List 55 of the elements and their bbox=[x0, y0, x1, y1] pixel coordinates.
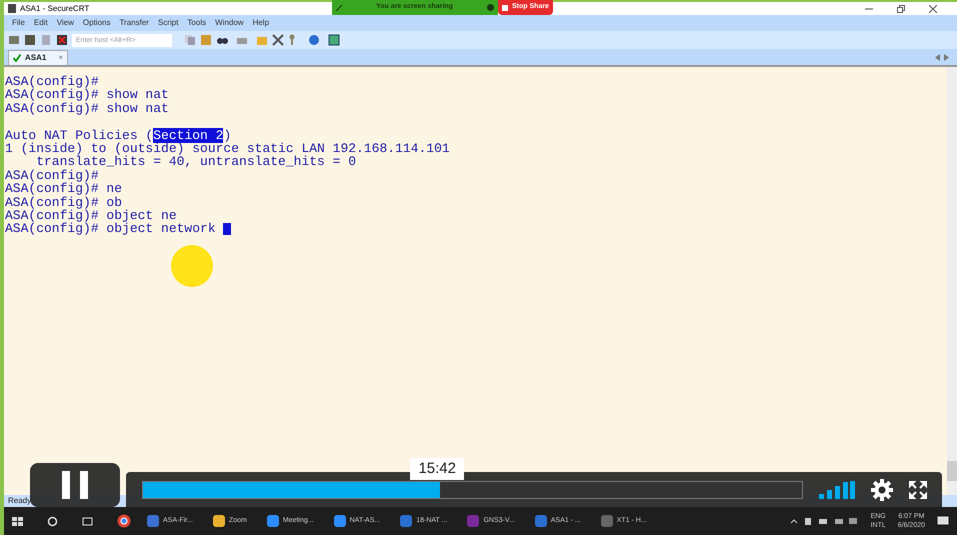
terminal-line: ASA(config)# object ne bbox=[5, 208, 177, 222]
terminal-line: translate_hits = 40, untranslate_hits = 0 bbox=[36, 155, 358, 169]
terminal-line: ASA(config)# object network bbox=[5, 222, 947, 236]
tray-icons-drawing bbox=[788, 516, 859, 526]
progress-track[interactable] bbox=[142, 480, 803, 498]
menu-item[interactable]: Edit bbox=[34, 17, 48, 29]
stop-icon bbox=[502, 4, 508, 10]
app-icon bbox=[266, 515, 279, 527]
menu-item[interactable]: Transfer bbox=[119, 17, 149, 29]
pause-icon bbox=[62, 471, 88, 499]
terminal-line: ASA(config)# ob bbox=[5, 196, 122, 209]
terminal-line: 1 (inside) to (outside) source static LAN 192.168.114.101 bbox=[5, 142, 451, 156]
app-icon bbox=[334, 515, 346, 527]
menu-item[interactable]: Window bbox=[215, 17, 244, 29]
menu-item[interactable]: View bbox=[56, 17, 74, 29]
app-icon bbox=[467, 515, 480, 527]
fullscreen-icon[interactable] bbox=[909, 480, 927, 498]
task-view-icon[interactable] bbox=[82, 516, 93, 526]
start-icon[interactable] bbox=[12, 516, 23, 526]
session-tab[interactable]: ASA1 × bbox=[8, 50, 68, 65]
disconnect-icon[interactable] bbox=[56, 34, 68, 46]
browser-icon[interactable] bbox=[117, 514, 131, 528]
terminal-line: ASA(config)# show nat bbox=[5, 102, 170, 116]
pause-button[interactable] bbox=[30, 463, 120, 507]
terminal-line: Auto NAT Policies (Section 2) bbox=[5, 128, 232, 142]
app-icon bbox=[212, 515, 225, 527]
menu-item[interactable]: Script bbox=[158, 17, 178, 29]
status-text: Ready bbox=[8, 495, 32, 507]
check-icon bbox=[13, 54, 21, 62]
scroll-left-icon[interactable] bbox=[935, 54, 940, 61]
notification-icon[interactable] bbox=[937, 516, 949, 526]
menu-item[interactable]: Help bbox=[252, 17, 270, 29]
app-icon bbox=[600, 515, 613, 527]
terminal-line: ASA(config)# ne bbox=[5, 182, 124, 196]
app-icon bbox=[534, 515, 547, 527]
terminal-line: ASA(config)# bbox=[5, 75, 100, 88]
terminal-line: ASA(config)# show nat bbox=[5, 88, 170, 102]
menu-item[interactable]: Tools bbox=[187, 17, 206, 29]
app-icon bbox=[8, 4, 16, 13]
window-icon[interactable] bbox=[328, 34, 340, 46]
signal-icon bbox=[819, 480, 855, 498]
restore-icon[interactable] bbox=[897, 4, 905, 12]
terminal-line: ASA(config)# bbox=[5, 168, 100, 182]
app-icon bbox=[147, 515, 159, 527]
close-icon[interactable] bbox=[929, 4, 937, 12]
menu-item[interactable]: File bbox=[12, 17, 25, 29]
search-icon[interactable] bbox=[47, 516, 58, 526]
close-tab-button[interactable]: × bbox=[58, 52, 64, 64]
window-title: ASA1 - SecureCRT bbox=[20, 2, 90, 14]
scrollbar[interactable] bbox=[947, 67, 957, 495]
settings-icon[interactable] bbox=[871, 478, 893, 500]
app-icon bbox=[400, 515, 412, 527]
scroll-right-icon[interactable] bbox=[944, 54, 949, 61]
menu-item[interactable]: Options bbox=[82, 17, 110, 29]
time-tooltip: 15:42 bbox=[410, 458, 464, 480]
